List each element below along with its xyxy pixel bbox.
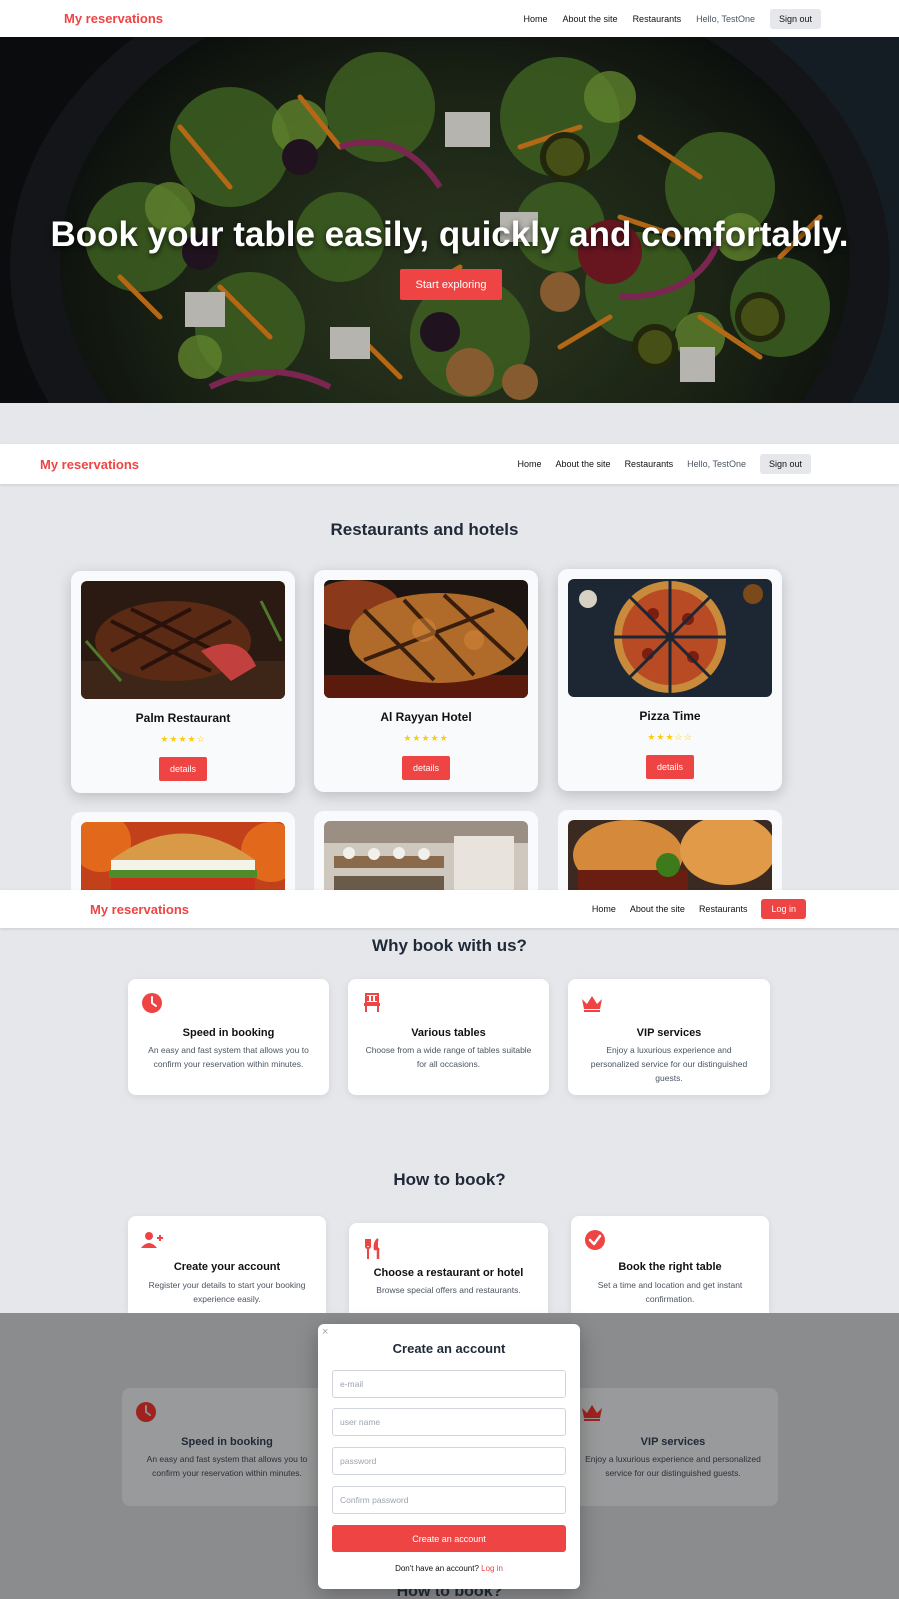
- footer-text: Don't have an account?: [395, 1564, 479, 1573]
- star-rating: ★★★★★: [403, 733, 449, 743]
- chair-icon: [364, 993, 380, 1012]
- feature-card: VIP services Enjoy a luxurious experienc…: [568, 1388, 778, 1506]
- nav-links: Home About the site Restaurants Hello, T…: [518, 454, 811, 474]
- restaurant-card: Pizza Time ★★★☆☆ details: [558, 569, 782, 791]
- user-greeting: Hello, TestOne: [687, 459, 746, 469]
- crown-icon: [582, 1405, 602, 1421]
- restaurant-image: [324, 821, 528, 892]
- hotel-buffet-image: [324, 821, 528, 892]
- restaurant-card: Al Rayyan Hotel ★★★★★ details: [314, 570, 538, 792]
- restaurant-image: [81, 581, 285, 699]
- signout-button[interactable]: Sign out: [769, 8, 821, 29]
- step-description: Set a time and location and get instant …: [597, 1280, 743, 1304]
- nav-home[interactable]: Home: [592, 904, 616, 914]
- step-description: Browse special offers and restaurants.: [376, 1285, 521, 1295]
- step-title: Choose a restaurant or hotel: [373, 1267, 524, 1279]
- nav-home[interactable]: Home: [518, 459, 542, 469]
- nav-restaurants[interactable]: Restaurants: [699, 904, 748, 914]
- step-card: Book the right table Set a time and loca…: [571, 1216, 769, 1313]
- feature-title: VIP services: [640, 1436, 706, 1448]
- feature-description: An easy and fast system that allows you …: [146, 1454, 308, 1478]
- check-circle-icon: [585, 1230, 605, 1250]
- nav-links: Home About the site Restaurants Log in: [592, 899, 806, 919]
- feature-description: Enjoy a luxurious experience and persona…: [590, 1045, 748, 1083]
- details-button[interactable]: details: [159, 757, 207, 781]
- login-button[interactable]: Log in: [761, 899, 806, 919]
- crown-icon: [582, 996, 602, 1012]
- burgers-image: [568, 820, 772, 892]
- login-link[interactable]: Log in: [481, 1564, 503, 1573]
- password-field[interactable]: [332, 1447, 566, 1475]
- step-description: Register your details to start your book…: [148, 1280, 306, 1304]
- pizza-image: [568, 579, 772, 697]
- restaurant-image: [568, 820, 772, 892]
- user-plus-icon: [141, 1232, 163, 1248]
- feature-description: Enjoy a luxurious experience and persona…: [585, 1454, 761, 1478]
- feature-card: Various tables Choose from a wide range …: [348, 979, 549, 1095]
- nav-home[interactable]: Home: [524, 14, 548, 24]
- create-account-modal: × Create an account Create an account Do…: [318, 1324, 580, 1589]
- restaurant-card-partial: [71, 812, 295, 892]
- top-navbar: My reservations Home About the site Rest…: [0, 0, 899, 37]
- star-rating: ★★★★☆: [160, 734, 206, 744]
- clock-icon: [142, 993, 162, 1013]
- feature-description: Choose from a wide range of tables suita…: [365, 1045, 532, 1069]
- restaurant-card-partial: [314, 811, 538, 892]
- feature-description: An easy and fast system that allows you …: [148, 1045, 309, 1069]
- restaurant-image: [324, 580, 528, 698]
- restaurant-image: [81, 822, 285, 892]
- why-title: Why book with us?: [372, 936, 527, 955]
- hero-banner: Book your table easily, quickly and comf…: [0, 37, 899, 403]
- step-card: Create your account Register your detail…: [128, 1216, 326, 1313]
- details-button[interactable]: details: [646, 755, 694, 779]
- brand-logo[interactable]: My reservations: [64, 11, 163, 26]
- steak-image: [81, 581, 285, 699]
- utensils-icon: [365, 1238, 380, 1259]
- start-exploring-button[interactable]: Start exploring: [400, 269, 502, 300]
- nav-restaurants[interactable]: Restaurants: [625, 459, 674, 469]
- username-field[interactable]: [332, 1408, 566, 1436]
- feature-title: Speed in booking: [181, 1436, 273, 1448]
- step-card: Choose a restaurant or hotel Browse spec…: [349, 1223, 548, 1313]
- restaurant-name: Al Rayyan Hotel: [380, 710, 472, 724]
- nav-restaurants[interactable]: Restaurants: [633, 14, 682, 24]
- feature-card: Speed in booking An easy and fast system…: [122, 1388, 332, 1506]
- restaurant-name: Palm Restaurant: [135, 711, 231, 725]
- email-field[interactable]: [332, 1370, 566, 1398]
- close-icon[interactable]: ×: [322, 1326, 328, 1338]
- create-account-button[interactable]: Create an account: [332, 1525, 566, 1552]
- hero-title: Book your table easily, quickly and comf…: [50, 215, 849, 254]
- grilled-chicken-image: [324, 580, 528, 698]
- brand-logo[interactable]: My reservations: [90, 902, 189, 917]
- how-title: How to book?: [393, 1170, 506, 1189]
- confirm-password-field[interactable]: [332, 1486, 566, 1514]
- modal-footer: Don't have an account? Log in: [318, 1564, 580, 1573]
- details-button[interactable]: details: [402, 756, 450, 780]
- nav-about[interactable]: About the site: [630, 904, 685, 914]
- burger-image: [81, 822, 285, 892]
- feature-card: Speed in booking An easy and fast system…: [128, 979, 329, 1095]
- step-title: Book the right table: [618, 1261, 722, 1273]
- sticky-navbar: My reservations Home About the site Rest…: [0, 444, 899, 484]
- nav-about[interactable]: About the site: [556, 459, 611, 469]
- nav-links: Home About the site Restaurants Hello, T…: [524, 8, 821, 29]
- guest-navbar: My reservations Home About the site Rest…: [0, 890, 899, 928]
- restaurants-title: Restaurants and hotels: [330, 520, 519, 539]
- user-greeting: Hello, TestOne: [696, 13, 755, 24]
- modal-title: Create an account: [392, 1341, 506, 1356]
- feature-card: VIP services Enjoy a luxurious experienc…: [568, 979, 770, 1095]
- feature-title: Various tables: [411, 1027, 486, 1039]
- restaurant-card-partial: [558, 810, 782, 892]
- step-title: Create your account: [173, 1261, 281, 1273]
- brand-logo[interactable]: My reservations: [40, 457, 139, 472]
- star-rating: ★★★☆☆: [647, 732, 693, 742]
- restaurant-name: Pizza Time: [639, 709, 701, 723]
- feature-title: Speed in booking: [182, 1027, 275, 1039]
- nav-about[interactable]: About the site: [563, 14, 618, 24]
- restaurant-card: Palm Restaurant ★★★★☆ details: [71, 571, 295, 793]
- restaurant-image: [568, 579, 772, 697]
- clock-icon: [136, 1402, 156, 1422]
- signout-button[interactable]: Sign out: [759, 454, 811, 474]
- feature-title: VIP services: [636, 1027, 702, 1039]
